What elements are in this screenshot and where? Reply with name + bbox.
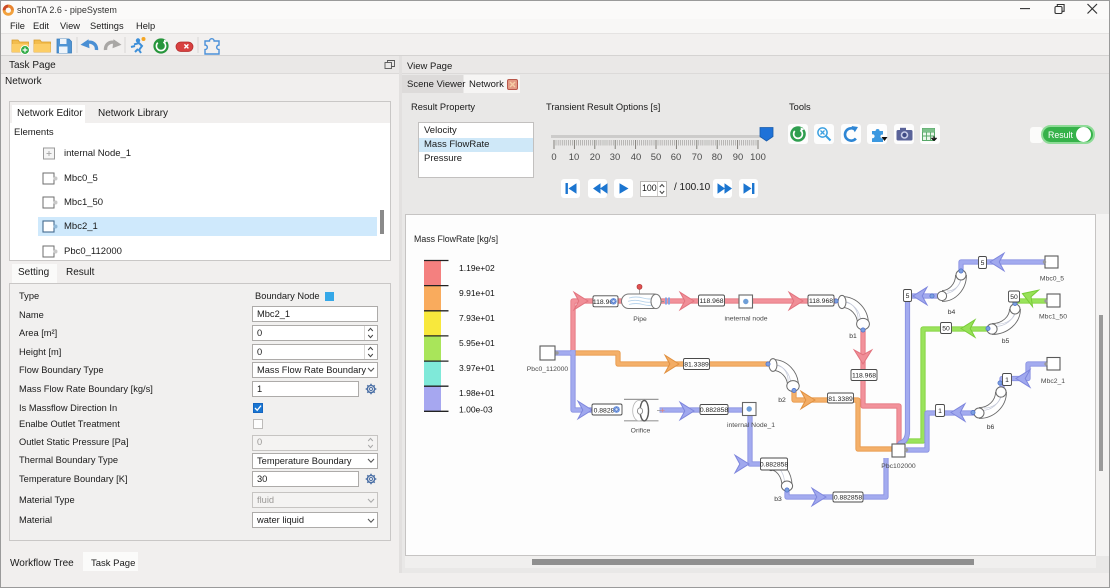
svg-text:ineternal node: ineternal node xyxy=(724,316,767,323)
svg-text:3.97e+01: 3.97e+01 xyxy=(459,363,495,373)
svg-text:Mbc2_1: Mbc2_1 xyxy=(1041,378,1065,385)
svg-text:118.968: 118.968 xyxy=(809,298,833,305)
svg-text:b1: b1 xyxy=(849,333,857,340)
svg-text:50: 50 xyxy=(1010,294,1018,301)
svg-text:118.968: 118.968 xyxy=(699,298,723,305)
svg-text:Mass FlowRate [kg/s]: Mass FlowRate [kg/s] xyxy=(414,234,498,244)
svg-text:0.882858: 0.882858 xyxy=(700,407,729,414)
svg-text:b4: b4 xyxy=(948,309,956,316)
svg-text:Mbc1_50: Mbc1_50 xyxy=(1039,314,1067,321)
svg-text:81.3389: 81.3389 xyxy=(828,396,853,403)
svg-text:Pbc102000: Pbc102000 xyxy=(881,463,916,470)
svg-text:118.96: 118.96 xyxy=(593,299,614,306)
svg-text:1: 1 xyxy=(1005,377,1009,384)
svg-text:50: 50 xyxy=(942,326,950,333)
svg-text:5: 5 xyxy=(906,293,910,300)
svg-text:b5: b5 xyxy=(1002,338,1010,345)
svg-text:0.882858: 0.882858 xyxy=(834,495,863,502)
svg-text:Orifice: Orifice xyxy=(631,428,651,435)
svg-text:81.3389: 81.3389 xyxy=(684,362,709,369)
svg-text:Mbc0_5: Mbc0_5 xyxy=(1040,276,1064,283)
svg-text:Pipe: Pipe xyxy=(633,316,647,323)
svg-text:b2: b2 xyxy=(778,397,786,404)
svg-text:5.95e+01: 5.95e+01 xyxy=(459,338,495,348)
svg-text:1.00e-03: 1.00e-03 xyxy=(459,405,493,415)
svg-text:internal Node_1: internal Node_1 xyxy=(727,422,775,429)
svg-text:5: 5 xyxy=(981,260,985,267)
svg-text:b3: b3 xyxy=(774,496,782,503)
svg-text:b6: b6 xyxy=(987,424,995,431)
svg-text:Pbc0_112000: Pbc0_112000 xyxy=(527,366,569,373)
svg-text:0.8828: 0.8828 xyxy=(594,408,615,415)
svg-text:1.19e+02: 1.19e+02 xyxy=(459,263,495,273)
svg-text:0.882858: 0.882858 xyxy=(760,462,789,469)
svg-text:9.91e+01: 9.91e+01 xyxy=(459,288,495,298)
svg-text:1.98e+01: 1.98e+01 xyxy=(459,388,495,398)
svg-text:7.93e+01: 7.93e+01 xyxy=(459,313,495,323)
svg-text:118.968: 118.968 xyxy=(852,373,876,380)
svg-text:1: 1 xyxy=(938,408,942,415)
